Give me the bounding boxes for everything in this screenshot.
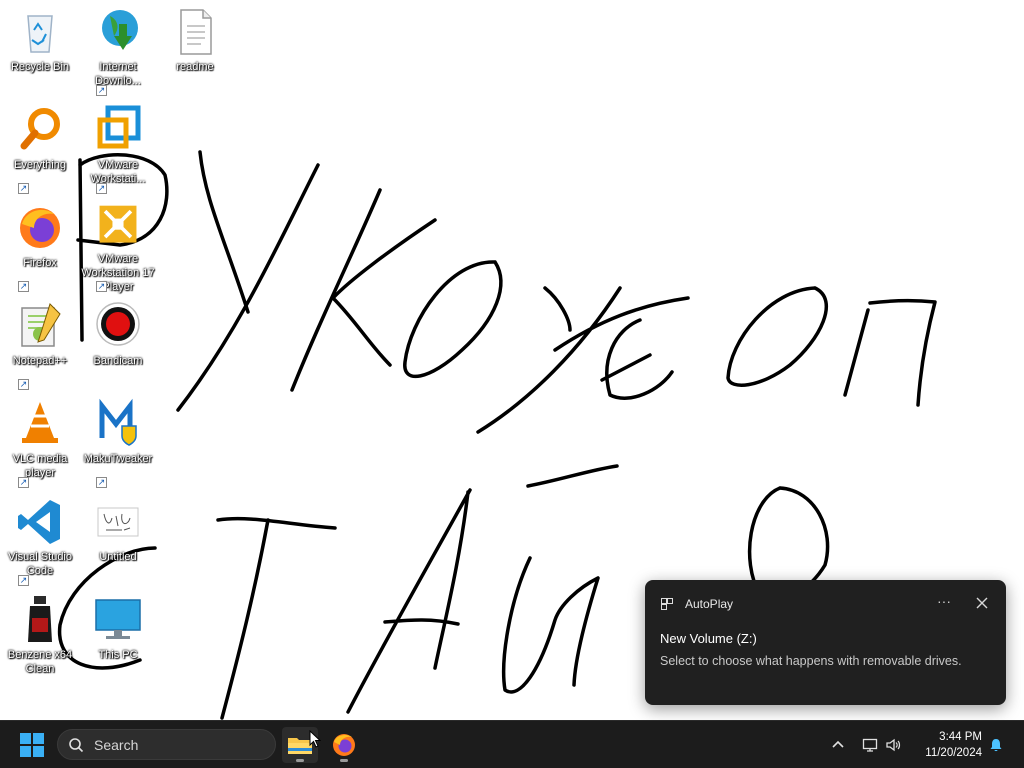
desktop-icon-vlc[interactable]: ↗ VLC media player <box>0 398 80 490</box>
benzene-bottle-icon <box>28 596 52 642</box>
running-indicator <box>296 759 304 762</box>
makutweaker-icon <box>99 398 137 446</box>
taskbar: Search 3:44 PM 11/20/2024 <box>0 720 1024 768</box>
vscode-icon <box>18 500 60 544</box>
recycle-bin-icon <box>27 15 53 53</box>
notepad-plus-plus-icon <box>21 303 61 347</box>
desktop-icon-label: VMware Workstation 17 Player <box>81 253 155 293</box>
desktop-icon-label: Recycle Bin <box>10 61 70 73</box>
shortcut-arrow-icon: ↗ <box>96 183 107 194</box>
chevron-up-icon[interactable] <box>830 737 846 753</box>
bandicam-record-icon <box>96 302 140 346</box>
desktop-icon-label: Internet Downlo... <box>95 61 141 87</box>
running-indicator <box>340 759 348 762</box>
everything-search-icon <box>20 108 60 150</box>
desktop-icon-label: Benzene x64 Clean <box>7 649 73 675</box>
desktop-icon-label: Notepad++ <box>12 355 68 367</box>
mouse-cursor-icon <box>309 730 321 748</box>
autoplay-notification[interactable]: AutoPlay ··· New Volume (Z:) Select to c… <box>645 580 1006 705</box>
image-thumbnail-icon <box>97 507 139 537</box>
windows-start-icon[interactable] <box>20 733 44 757</box>
autoplay-icon <box>661 598 673 610</box>
desktop-icon-label: VLC media player <box>12 453 68 479</box>
desktop-icon-vmware-player[interactable]: ↗ VMware Workstation 17 Player <box>78 202 158 294</box>
desktop-icon-vscode[interactable]: ↗ Visual Studio Code <box>0 496 80 588</box>
desktop-icon-label: readme <box>176 61 214 73</box>
desktop-icon-vmware-workstation[interactable]: ↗ VMware Workstati... <box>78 104 158 196</box>
shortcut-arrow-icon: ↗ <box>18 575 29 586</box>
desktop-icon-this-pc[interactable]: This PC <box>78 594 158 686</box>
desktop-icon-internet-download-manager[interactable]: ↗ Internet Downlo... <box>78 6 158 98</box>
desktop-icon-label: Visual Studio Code <box>7 551 72 577</box>
firefox-icon <box>20 208 60 248</box>
desktop-icon-notepad-plus-plus[interactable]: ↗ Notepad++ <box>0 300 80 392</box>
desktop-icon-readme[interactable]: readme <box>155 6 235 98</box>
desktop-icon-label: Everything <box>14 159 66 171</box>
taskbar-firefox[interactable] <box>326 727 362 763</box>
firefox-icon <box>333 734 355 756</box>
notification-body: Select to choose what happens with remov… <box>660 654 962 668</box>
vlc-cone-icon <box>22 402 58 443</box>
vmware-workstation-icon <box>97 105 141 149</box>
shortcut-arrow-icon: ↗ <box>18 183 29 194</box>
shortcut-arrow-icon: ↗ <box>18 477 29 488</box>
desktop-icon-benzene[interactable]: Benzene x64 Clean <box>0 594 80 686</box>
desktop-icon-bandicam[interactable]: Bandicam <box>78 300 158 392</box>
desktop-icon-makutweaker[interactable]: ↗ MakuTweaker <box>78 398 158 490</box>
volume-icon[interactable] <box>885 737 901 753</box>
shortcut-arrow-icon: ↗ <box>96 477 107 488</box>
shortcut-arrow-icon: ↗ <box>96 281 107 292</box>
desktop-icon-untitled[interactable]: Untitled <box>78 496 158 588</box>
internet-download-manager-icon <box>102 10 138 50</box>
desktop-icon-label: Untitled <box>99 551 137 563</box>
search-placeholder: Search <box>94 737 139 753</box>
text-document-icon <box>180 9 212 55</box>
shortcut-arrow-icon: ↗ <box>18 379 29 390</box>
desktop-icon-firefox[interactable]: ↗ Firefox <box>0 202 80 294</box>
close-icon[interactable] <box>971 592 993 614</box>
desktop-icon-label: MakuTweaker <box>83 453 153 465</box>
vmware-player-icon <box>99 205 137 243</box>
notification-header: AutoPlay <box>661 595 733 613</box>
notification-app-name: AutoPlay <box>685 597 734 611</box>
monitor-icon <box>95 599 141 639</box>
clock-date: 11/20/2024 <box>925 747 982 759</box>
taskbar-clock[interactable]: 3:44 PM 11/20/2024 <box>918 729 982 761</box>
desktop-icon-everything[interactable]: ↗ Everything <box>0 104 80 196</box>
clock-time: 3:44 PM <box>939 731 982 743</box>
taskbar-search-box[interactable]: Search <box>57 729 276 760</box>
shortcut-arrow-icon: ↗ <box>96 85 107 96</box>
desktop-icon-label: VMware Workstati... <box>90 159 146 185</box>
desktop-icon-label: Bandicam <box>93 355 143 367</box>
notification-bell-icon[interactable] <box>988 737 1004 753</box>
desktop-icon-label: This PC <box>98 649 138 661</box>
notification-title: New Volume (Z:) <box>660 631 757 646</box>
search-icon <box>69 738 84 753</box>
shortcut-arrow-icon: ↗ <box>18 281 29 292</box>
network-icon[interactable] <box>862 737 878 753</box>
more-options-button[interactable]: ··· <box>931 592 957 614</box>
desktop-icon-recycle-bin[interactable]: Recycle Bin <box>0 6 80 98</box>
desktop-icon-label: Firefox <box>23 257 57 269</box>
